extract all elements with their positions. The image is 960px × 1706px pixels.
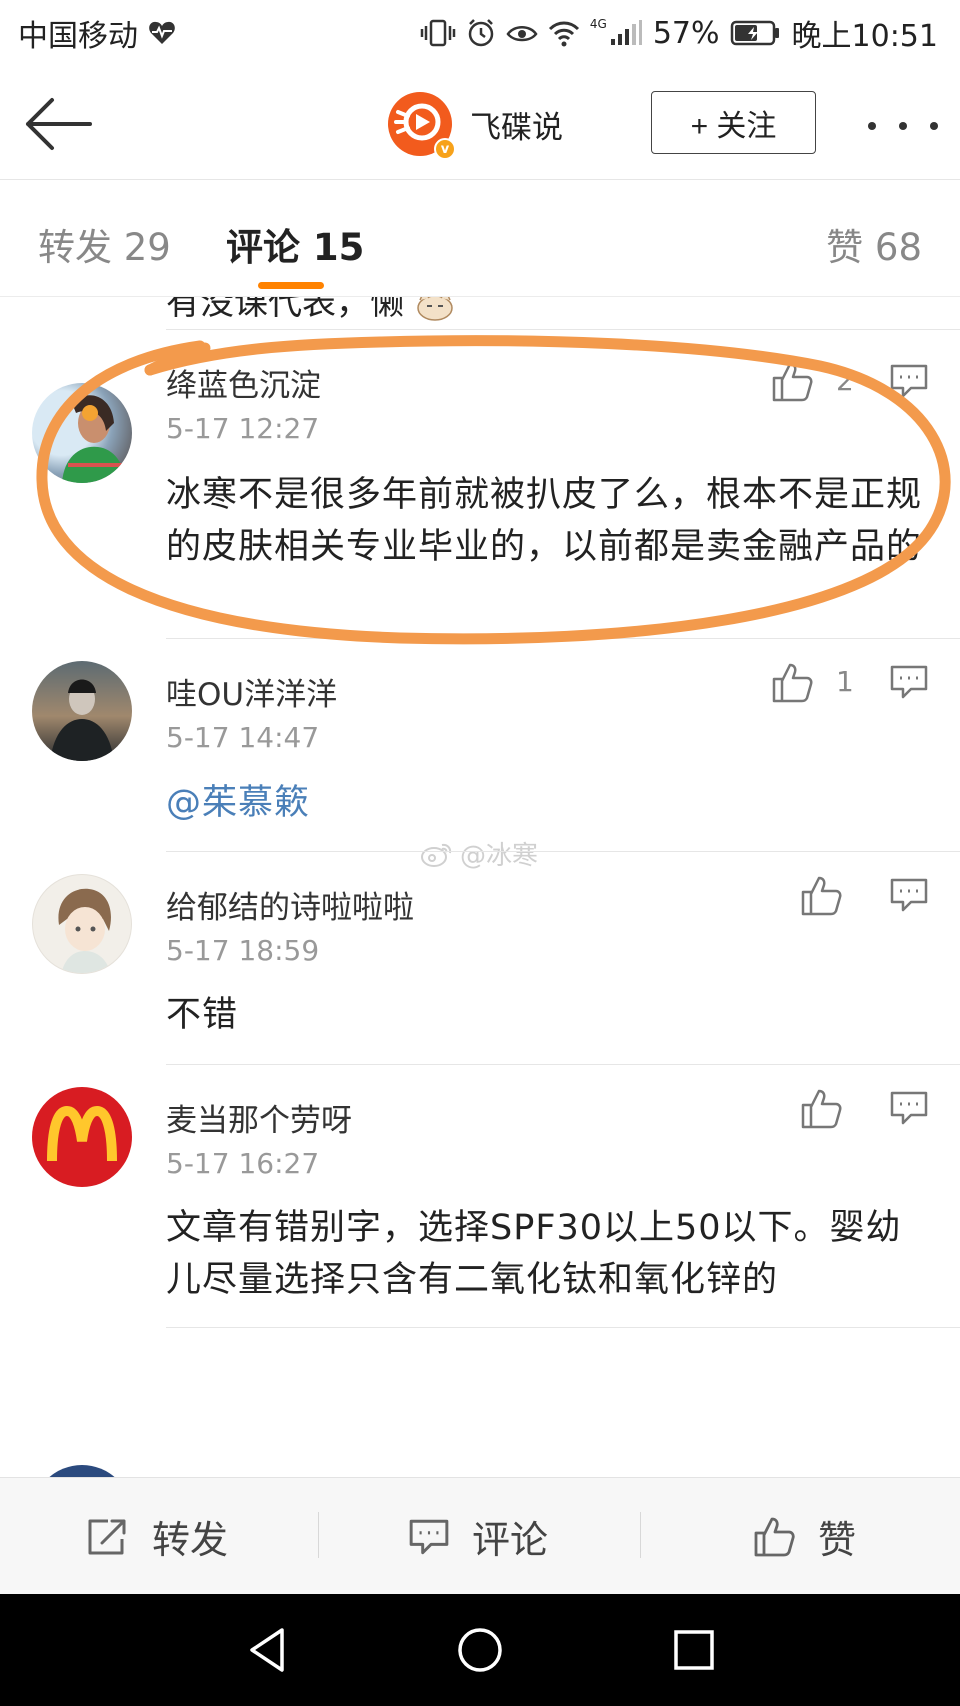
reply-bubble-icon[interactable] bbox=[889, 664, 929, 700]
comment-button[interactable]: 评论 bbox=[408, 1478, 548, 1595]
wifi-icon bbox=[548, 21, 579, 47]
like-count: 1 bbox=[836, 665, 854, 698]
reply-bubble-icon[interactable] bbox=[889, 1090, 929, 1126]
top-bar: v 飞碟说 + 关注 bbox=[0, 66, 960, 180]
comment-item: 给郁结的诗啦啦啦 5-17 18:59 不错 bbox=[0, 852, 960, 1064]
comment-mention-link[interactable]: @茱慕簌 bbox=[166, 777, 936, 829]
comment-item: 麦当那个劳呀 5-17 16:27 文章有错别字，选择SPF30以上50以下。婴… bbox=[0, 1065, 960, 1327]
alarm-icon bbox=[468, 19, 494, 47]
account-avatar[interactable]: v bbox=[388, 92, 456, 160]
action-separator bbox=[318, 1512, 319, 1558]
comment-username[interactable]: 哇OU洋洋洋 bbox=[166, 669, 337, 714]
bottom-action-bar: 转发 评论 赞 bbox=[0, 1477, 960, 1594]
tab-comments[interactable]: 评论 15 bbox=[226, 217, 364, 271]
comment-username[interactable]: 给郁结的诗啦啦啦 bbox=[166, 882, 414, 927]
action-separator bbox=[640, 1512, 641, 1558]
like-thumb-icon bbox=[754, 1517, 795, 1556]
active-tab-indicator bbox=[258, 282, 324, 289]
commenter-avatar[interactable] bbox=[32, 874, 132, 974]
mcdonalds-logo-icon bbox=[47, 1105, 117, 1162]
comment-bubble-icon bbox=[409, 1519, 449, 1554]
signal-icon bbox=[610, 20, 642, 45]
comment-time: 5-17 14:47 bbox=[166, 721, 320, 754]
like-thumb-icon[interactable] bbox=[770, 661, 814, 705]
account-name: 飞碟说 bbox=[470, 109, 563, 146]
commenter-avatar[interactable] bbox=[32, 1087, 132, 1187]
like-button[interactable]: 赞 bbox=[752, 1478, 856, 1595]
avatar-photo-icon bbox=[50, 679, 114, 761]
comment-time: 5-17 18:59 bbox=[166, 934, 320, 967]
comment-text: 冰寒不是很多年前就被扒皮了么，根本不是正规的皮肤相关专业毕业的，以前都是卖金融产… bbox=[166, 475, 923, 567]
commenter-avatar[interactable] bbox=[32, 1465, 132, 1477]
weibo-comments-screen: 中国移动 4G 57% 晚上10:51 v 飞碟说 + 关注 转发 29 评论 … bbox=[0, 0, 960, 1706]
like-thumb-icon[interactable] bbox=[770, 360, 814, 404]
comment-divider bbox=[166, 1327, 960, 1328]
reply-bubble-icon[interactable] bbox=[889, 877, 929, 913]
network-type: 4G bbox=[589, 17, 607, 31]
comment-item: 哇OU洋洋洋 5-17 14:47 @茱慕簌 1 bbox=[0, 639, 960, 851]
comment-username[interactable]: 麦当那个劳呀 bbox=[166, 1095, 352, 1140]
avatar-photo-icon bbox=[62, 395, 126, 483]
system-navigation-bar bbox=[0, 1594, 960, 1706]
like-thumb-icon[interactable] bbox=[799, 1087, 843, 1131]
like-thumb-icon[interactable] bbox=[799, 874, 843, 918]
status-left: 中国移动 bbox=[18, 11, 176, 55]
detail-tabs: 转发 29 评论 15 赞 68 bbox=[0, 181, 960, 297]
eye-comfort-icon bbox=[506, 26, 538, 42]
reply-bubble-icon[interactable] bbox=[889, 363, 929, 399]
status-right: 4G 57% 晚上10:51 bbox=[420, 11, 938, 55]
comment-time: 5-17 16:27 bbox=[166, 1147, 320, 1180]
verified-badge-icon: v bbox=[434, 138, 456, 160]
comment-username[interactable]: 绛蓝色沉淀 bbox=[166, 360, 321, 405]
clock-label: 晚上10:51 bbox=[791, 19, 938, 54]
more-options-icon[interactable] bbox=[868, 106, 938, 146]
tab-repost[interactable]: 转发 29 bbox=[38, 217, 171, 271]
comment-list[interactable]: 有没课代表，懒 绛蓝色沉淀 5-17 12:27 冰寒不是很多年前就被扒皮了么，… bbox=[0, 297, 960, 1477]
account-brand[interactable]: v 飞碟说 bbox=[388, 92, 563, 160]
comment-text: 不错 bbox=[166, 995, 239, 1035]
comment-time: 5-17 12:27 bbox=[166, 412, 320, 445]
nav-back-triangle-icon[interactable] bbox=[242, 1624, 294, 1676]
repost-share-icon bbox=[88, 1519, 126, 1554]
repost-button[interactable]: 转发 bbox=[86, 1478, 228, 1595]
commenter-avatar[interactable] bbox=[32, 383, 132, 483]
avatar-photo-icon bbox=[58, 888, 111, 973]
comment-item: 绛蓝色沉淀 5-17 12:27 冰寒不是很多年前就被扒皮了么，根本不是正规的皮… bbox=[0, 330, 960, 638]
comment-text: 文章有错别字，选择SPF30以上50以下。婴幼儿尽量选择只含有二氧化钛和氧化锌的 bbox=[166, 1208, 902, 1300]
like-count: 2 bbox=[836, 364, 854, 397]
nav-home-circle-icon[interactable] bbox=[454, 1624, 506, 1676]
follow-button[interactable]: + 关注 bbox=[651, 91, 816, 154]
commenter-avatar[interactable] bbox=[32, 661, 132, 761]
battery-percent: 57% bbox=[652, 15, 720, 51]
partial-comment-text: 有没课代表，懒 bbox=[166, 297, 455, 324]
vibrate-icon bbox=[420, 19, 456, 47]
heart-pulse-icon bbox=[149, 21, 175, 44]
battery-charging-icon bbox=[730, 20, 779, 46]
carrier-label: 中国移动 bbox=[18, 19, 138, 54]
tab-likes[interactable]: 赞 68 bbox=[826, 217, 922, 271]
nav-recents-square-icon[interactable] bbox=[668, 1624, 720, 1676]
status-bar: 中国移动 4G 57% 晚上10:51 bbox=[0, 0, 960, 66]
lazy-cat-emoji-icon bbox=[417, 297, 453, 321]
back-arrow-icon[interactable] bbox=[22, 94, 92, 154]
